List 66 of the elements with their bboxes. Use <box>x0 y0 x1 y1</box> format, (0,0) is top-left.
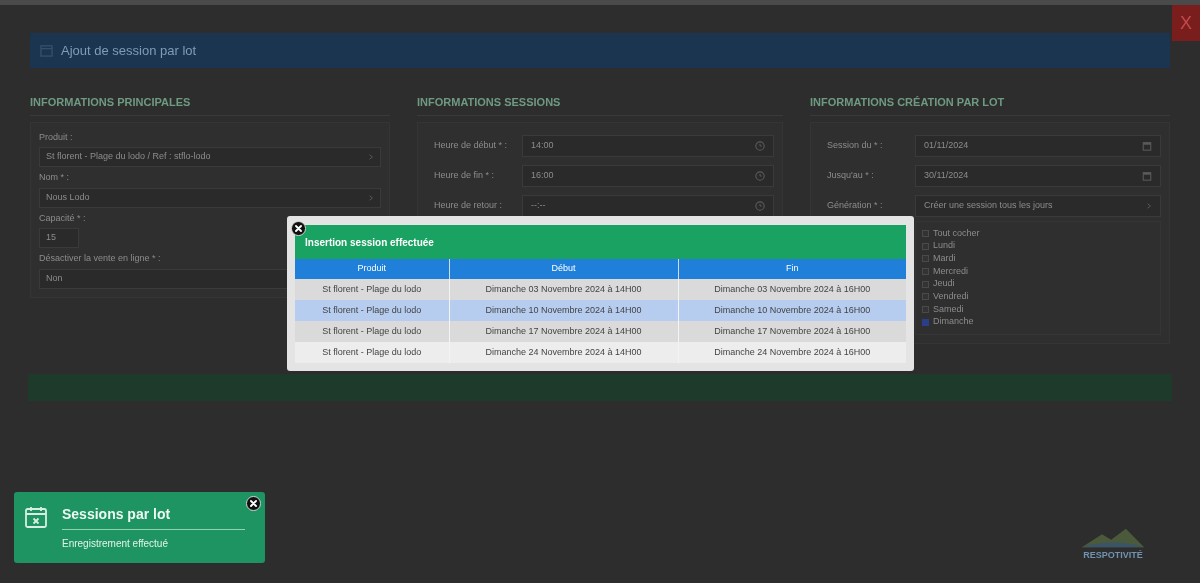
field-label: Nom * : <box>39 171 70 184</box>
table-row[interactable]: St florent - Plage du lodo Dimanche 17 Novembre 2024 à 14H00 Dimanche 17 Novembre 2024 à 16H00 <box>295 321 906 342</box>
checkbox-label: Mercredi <box>933 264 968 278</box>
select-field[interactable]: St florent - Plage du lodo / Ref : stflo-lodo <box>39 147 381 167</box>
select-field[interactable]: Créer une session tous les jours <box>915 194 1161 217</box>
input-field[interactable]: 01/11/2024 <box>915 134 1161 157</box>
field-label: Heure de début * : <box>433 138 509 152</box>
input-field[interactable]: 16:00 <box>522 164 774 187</box>
checkbox-label: Vendredi <box>933 290 969 304</box>
input-field[interactable]: 14:00 <box>522 134 774 157</box>
section-heading: INFORMATIONS SESSIONS <box>417 94 783 116</box>
field-label: Capacité * : <box>39 211 87 225</box>
calendar-icon <box>1142 140 1152 151</box>
calendar-icon <box>24 505 48 529</box>
caret-icon <box>368 194 374 201</box>
section-heading: INFORMATIONS CRÉATION PAR LOT <box>810 94 1170 116</box>
table-row[interactable]: St florent - Plage du lodo Dimanche 10 Novembre 2024 à 14H00 Dimanche 10 Novembre 2024 à 16H00 <box>295 300 906 321</box>
clock-icon <box>755 200 765 211</box>
input-field[interactable]: 15 <box>39 228 79 248</box>
checkbox[interactable] <box>922 255 929 263</box>
checkbox-label: Jeudi <box>933 277 955 291</box>
checkbox-label: Mardi <box>933 251 956 265</box>
caret-icon <box>1146 202 1152 209</box>
table-row[interactable]: St florent - Plage du lodo Dimanche 24 Novembre 2024 à 14H00 Dimanche 24 Novembre 2024 à 16H00 <box>295 342 906 363</box>
checkbox[interactable] <box>922 280 929 288</box>
column-header: Fin <box>678 259 906 279</box>
field-label: Désactiver la vente en ligne * : <box>39 252 162 265</box>
field-label: Session du * : <box>826 138 884 152</box>
table-cell: Dimanche 10 Novembre 2024 à 16H00 <box>678 300 906 321</box>
table-row[interactable]: St florent - Plage du lodo Dimanche 03 Novembre 2024 à 14H00 Dimanche 03 Novembre 2024 à 16H00 <box>295 279 906 300</box>
clock-icon <box>755 140 765 151</box>
table-cell: Dimanche 17 Novembre 2024 à 16H00 <box>678 321 906 342</box>
table-cell: Dimanche 24 Novembre 2024 à 16H00 <box>678 342 906 363</box>
field-label: Jusqu'au * : <box>826 168 875 182</box>
checkbox-label: Lundi <box>933 239 956 253</box>
calendar-icon <box>40 44 53 57</box>
checkbox-label: Tout cocher <box>933 226 980 240</box>
toast-title: Sessions par lot <box>62 504 245 530</box>
field-label: Produit : <box>39 130 74 144</box>
calendar-icon <box>1142 170 1152 181</box>
table-cell: St florent - Plage du lodo <box>295 342 449 363</box>
field-label: Génération * : <box>826 198 884 212</box>
modal-title: Insertion session effectuée <box>295 225 906 259</box>
checkbox[interactable] <box>922 305 929 313</box>
input-field[interactable]: 30/11/2024 <box>915 164 1161 187</box>
field-label: Heure de fin * : <box>433 168 496 182</box>
checkbox[interactable] <box>922 229 929 237</box>
select-field[interactable]: Nous Lodo <box>39 187 381 208</box>
logo-text: RESPOTIVITÉ <box>1083 549 1143 562</box>
checkbox-label: Dimanche <box>933 315 974 329</box>
checkbox[interactable] <box>922 318 929 326</box>
table-cell: Dimanche 24 Novembre 2024 à 14H00 <box>449 342 678 363</box>
page-title: Ajout de session par lot <box>61 41 197 60</box>
clock-icon <box>755 170 765 181</box>
input-field[interactable]: --:-- <box>522 194 774 217</box>
caret-icon <box>368 154 374 160</box>
checkbox[interactable] <box>922 267 929 275</box>
checkbox[interactable] <box>922 293 929 301</box>
field-label: Heure de retour : <box>433 198 504 212</box>
close-icon[interactable] <box>246 496 261 511</box>
checkbox-label: Samedi <box>933 302 964 316</box>
toast-message: Enregistrement effectué <box>62 537 169 551</box>
close-icon[interactable] <box>291 221 306 236</box>
checkbox[interactable] <box>922 242 929 250</box>
table-cell: Dimanche 03 Novembre 2024 à 16H00 <box>678 279 906 300</box>
section-heading: INFORMATIONS PRINCIPALES <box>30 94 390 116</box>
